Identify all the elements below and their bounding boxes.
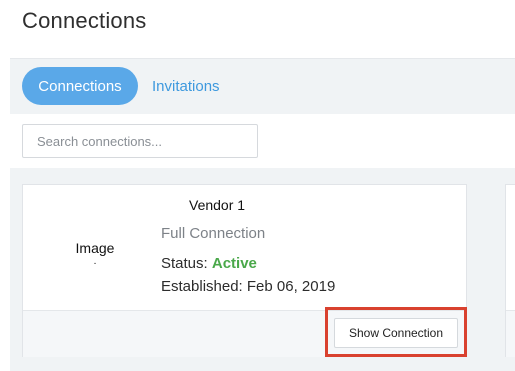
page-title: Connections xyxy=(22,8,147,33)
status-label: Status: xyxy=(161,255,208,272)
tab-invitations[interactable]: Invitations xyxy=(152,67,220,105)
established-date: Feb 06, 2019 xyxy=(246,278,336,295)
established-label: Established: xyxy=(161,278,243,295)
status-value: Active xyxy=(211,255,257,272)
show-connection-button[interactable]: Show Connection xyxy=(334,318,458,348)
connection-type: Full Connection xyxy=(161,225,266,242)
card-footer-partial xyxy=(506,310,515,357)
established-line: Established: Feb 06, 2019 xyxy=(161,278,335,295)
vendor-name: Vendor 1 xyxy=(189,197,246,213)
image-alt-sub: . xyxy=(93,256,97,267)
tab-connections[interactable]: Connections xyxy=(22,67,138,105)
connection-card-partial xyxy=(505,184,515,357)
status-line: Status: Active xyxy=(161,255,257,272)
search-input[interactable] xyxy=(22,124,258,158)
connection-card: Image . Vendor 1 Full Connection Status:… xyxy=(22,184,467,357)
vendor-image-placeholder: Image . xyxy=(75,240,115,267)
image-alt-text: Image xyxy=(75,240,115,256)
